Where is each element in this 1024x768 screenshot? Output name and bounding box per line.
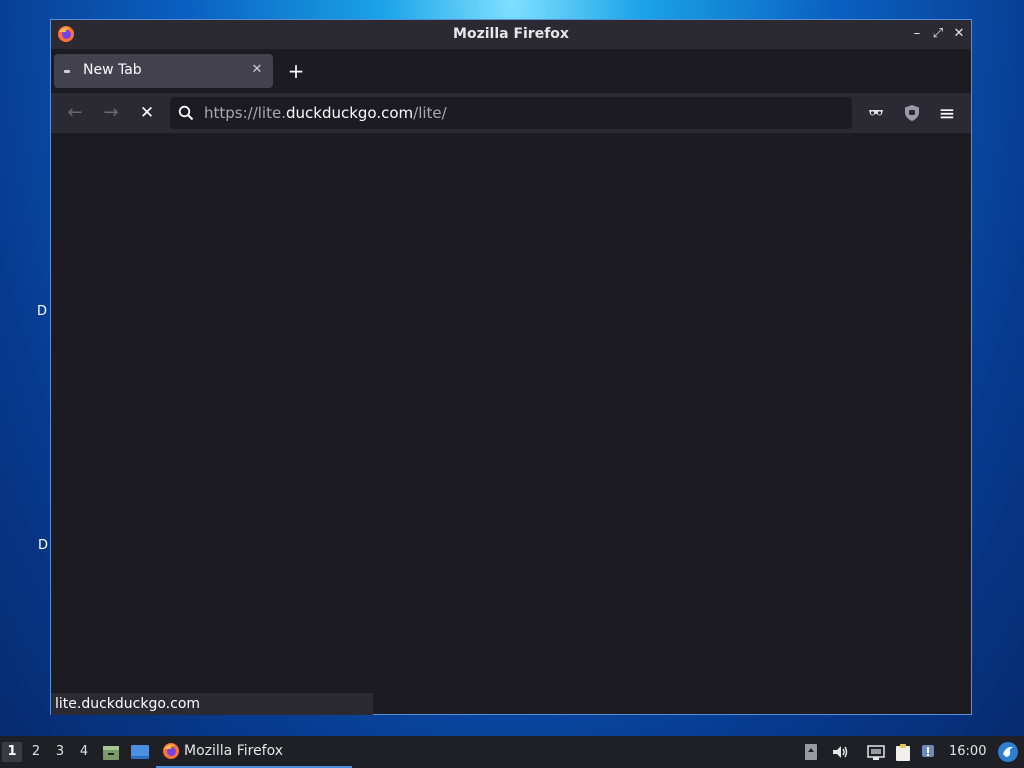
workspace-3-button[interactable]: 3 [50, 742, 70, 762]
ublock-shield-icon[interactable] [902, 103, 922, 123]
search-icon [178, 105, 194, 121]
url-domain: duckduckgo.com [285, 104, 414, 122]
window-titlebar[interactable]: Mozilla Firefox – ⤢ ✕ [51, 20, 971, 49]
url-text[interactable]: https://lite.duckduckgo.com/lite/ [204, 104, 447, 122]
show-desktop-icon[interactable] [130, 742, 150, 762]
tab-loading-icon [64, 70, 70, 73]
tab-strip: New Tab ✕ + [51, 49, 971, 93]
firefox-window: Mozilla Firefox – ⤢ ✕ New Tab ✕ + ← → ✕ … [50, 19, 972, 715]
page-content[interactable] [51, 133, 971, 714]
workspace-4-button[interactable]: 4 [74, 742, 94, 762]
menu-button[interactable]: ≡ [935, 101, 959, 125]
volume-icon[interactable] [830, 742, 850, 762]
private-browsing-mask-icon[interactable] [866, 103, 886, 123]
minimize-button[interactable]: – [909, 26, 925, 42]
network-icon[interactable] [866, 742, 886, 762]
firefox-taskbar-icon [163, 743, 179, 759]
workspace-1-button[interactable]: 1 [2, 742, 22, 762]
new-tab-button[interactable]: + [287, 61, 305, 81]
tab-label: New Tab [83, 62, 142, 78]
workspace-2-button[interactable]: 2 [26, 742, 46, 762]
close-tab-icon[interactable]: ✕ [249, 62, 265, 78]
url-suffix: /lite/ [413, 104, 447, 122]
back-button[interactable]: ← [63, 101, 87, 125]
close-window-button[interactable]: ✕ [951, 26, 967, 42]
taskbar: 1 2 3 4 Mozilla Firefox 16:00 [0, 736, 1024, 768]
maximize-button[interactable]: ⤢ [930, 26, 946, 42]
notification-icon[interactable] [919, 742, 939, 762]
link-status-tooltip: lite.duckduckgo.com [51, 693, 373, 715]
clock[interactable]: 16:00 [949, 744, 986, 759]
stop-button[interactable]: ✕ [135, 101, 159, 125]
storage-tray-icon[interactable] [801, 742, 821, 762]
start-menu-icon[interactable] [997, 741, 1019, 763]
taskbar-app-label: Mozilla Firefox [184, 743, 284, 759]
forward-button[interactable]: → [99, 101, 123, 125]
desktop-label-1: D [37, 304, 48, 319]
url-prefix: https://lite. [204, 104, 286, 122]
desktop-label-2: D [38, 538, 49, 553]
window-title: Mozilla Firefox [453, 26, 569, 42]
file-manager-icon[interactable] [101, 742, 121, 762]
taskbar-firefox-button[interactable]: Mozilla Firefox [156, 736, 352, 768]
tab-new-tab[interactable]: New Tab ✕ [54, 54, 273, 88]
url-bar[interactable]: https://lite.duckduckgo.com/lite/ [170, 97, 852, 129]
navigation-toolbar: ← → ✕ https://lite.duckduckgo.com/lite/ … [51, 93, 971, 133]
clipboard-icon[interactable] [893, 742, 913, 762]
